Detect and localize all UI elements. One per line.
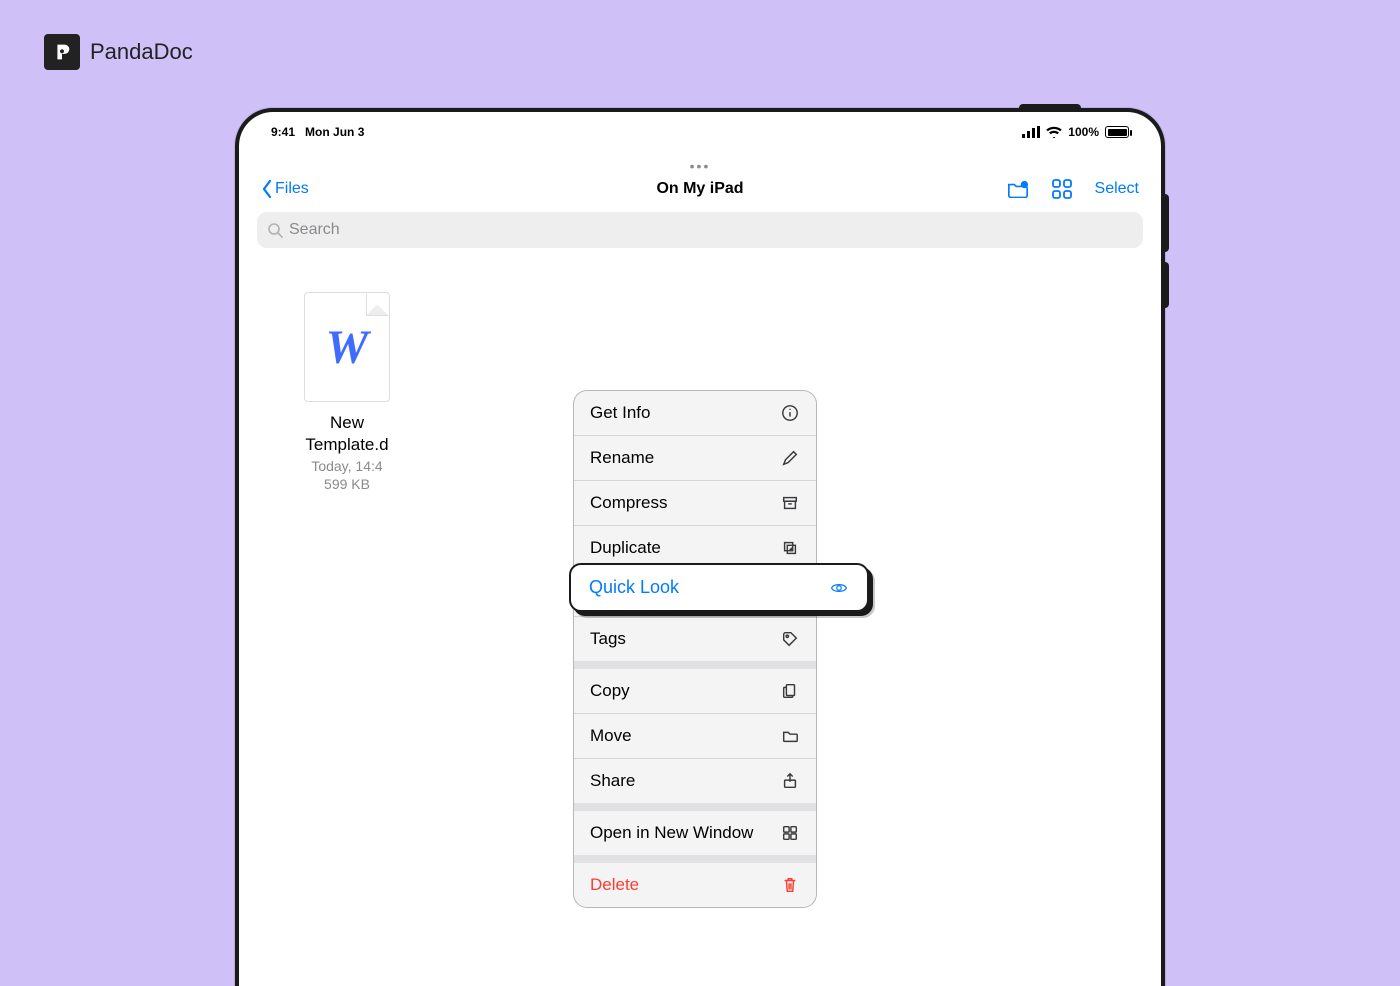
view-options-button[interactable] — [1051, 178, 1073, 200]
menu-get-info[interactable]: Get Info — [574, 391, 816, 435]
info-icon — [780, 403, 800, 423]
menu-copy[interactable]: Copy — [574, 669, 816, 713]
menu-move[interactable]: Move — [574, 713, 816, 758]
menu-label: Compress — [590, 493, 667, 513]
quick-look-highlight: Quick Look — [569, 563, 869, 612]
context-menu: Get Info Rename Compress Duplicate Tags — [573, 390, 817, 908]
search-placeholder: Search — [289, 221, 340, 239]
file-name-line1: New — [287, 412, 407, 434]
menu-quick-look[interactable]: Quick Look — [569, 563, 869, 612]
grid-icon — [780, 823, 800, 843]
folder-icon — [780, 726, 800, 746]
file-item[interactable]: W New Template.d Today, 14:4 599 KB — [287, 292, 407, 492]
chevron-left-icon — [261, 180, 273, 198]
menu-label: Share — [590, 771, 635, 791]
file-size: 599 KB — [287, 476, 407, 492]
trash-icon — [780, 875, 800, 895]
menu-label: Move — [590, 726, 632, 746]
select-button[interactable]: Select — [1095, 180, 1139, 198]
menu-label: Delete — [590, 875, 639, 895]
tag-icon — [780, 629, 800, 649]
menu-label: Open in New Window — [590, 823, 753, 843]
folder-badge-icon — [1007, 180, 1029, 198]
new-folder-button[interactable] — [1007, 178, 1029, 200]
menu-delete[interactable]: Delete — [574, 863, 816, 907]
battery-icon — [1105, 126, 1129, 138]
pencil-icon — [780, 448, 800, 468]
device-volume-down-button — [1161, 262, 1169, 308]
eye-icon — [829, 578, 849, 598]
cellular-signal-icon — [1022, 126, 1040, 138]
file-modified: Today, 14:4 — [287, 458, 407, 474]
status-time-date: 9:41 Mon Jun 3 — [271, 125, 364, 139]
back-label: Files — [275, 180, 309, 198]
status-date: Mon Jun 3 — [305, 125, 364, 139]
menu-share[interactable]: Share — [574, 758, 816, 803]
pandadoc-logo: PandaDoc — [44, 34, 193, 70]
search-icon — [267, 222, 283, 238]
device-power-button — [1019, 104, 1081, 112]
menu-tags[interactable]: Tags — [574, 616, 816, 661]
battery-percent: 100% — [1068, 125, 1099, 139]
word-doc-icon: W — [326, 320, 369, 375]
pandadoc-wordmark: PandaDoc — [90, 39, 193, 65]
file-thumbnail: W — [304, 292, 390, 402]
menu-label: Copy — [590, 681, 630, 701]
archive-icon — [780, 493, 800, 513]
menu-open-new-window[interactable]: Open in New Window — [574, 811, 816, 855]
status-time: 9:41 — [271, 125, 295, 139]
menu-label: Tags — [590, 629, 626, 649]
search-field[interactable]: Search — [257, 212, 1143, 248]
menu-label: Duplicate — [590, 538, 661, 558]
share-icon — [780, 771, 800, 791]
grabber-indicator: ••• — [243, 158, 1157, 174]
duplicate-icon — [780, 538, 800, 558]
file-name-line2: Template.d — [287, 434, 407, 456]
ipad-device-frame: 9:41 Mon Jun 3 100% ••• Files — [235, 108, 1165, 986]
back-button[interactable]: Files — [261, 180, 309, 198]
status-right: 100% — [1022, 125, 1129, 139]
menu-label: Quick Look — [589, 577, 679, 598]
menu-label: Get Info — [590, 403, 650, 423]
navigation-bar: Files On My iPad Select — [243, 174, 1157, 208]
wifi-icon — [1046, 126, 1062, 138]
menu-compress[interactable]: Compress — [574, 480, 816, 525]
pandadoc-mark-icon — [44, 34, 80, 70]
status-bar: 9:41 Mon Jun 3 100% — [243, 120, 1157, 144]
menu-label: Rename — [590, 448, 654, 468]
menu-rename[interactable]: Rename — [574, 435, 816, 480]
copy-icon — [780, 681, 800, 701]
page-title: On My iPad — [656, 180, 743, 198]
grid-icon — [1051, 178, 1073, 200]
device-volume-up-button — [1161, 194, 1169, 252]
